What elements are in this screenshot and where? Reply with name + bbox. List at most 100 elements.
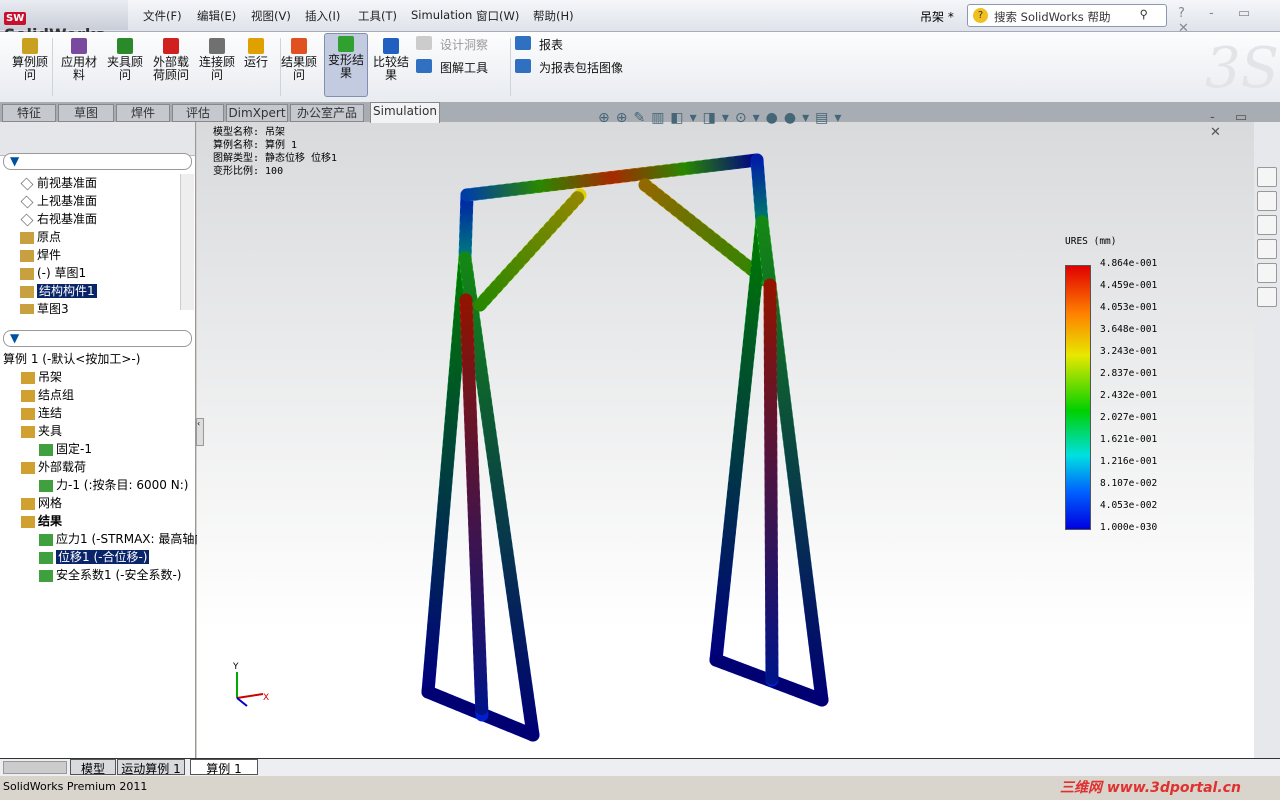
toolbar-button-8[interactable]: 比较结 果 [370, 36, 412, 100]
toolbar-small-button-0[interactable]: 设计洞察 [440, 36, 488, 53]
menu-item[interactable]: Simulation [411, 8, 472, 22]
tree-item[interactable]: 原点 [0, 228, 180, 246]
tab-2[interactable]: 焊件 [116, 104, 170, 122]
study-tree-item[interactable]: 夹具 [3, 422, 195, 440]
legend-value: 2.027e-001 [1100, 412, 1158, 423]
tree-item-label: 力-1 (:按条目: 6000 N:) [56, 478, 189, 492]
filter-input[interactable]: ▼ [3, 330, 192, 347]
mesh-lines [460, 153, 764, 202]
tree-node-icon [39, 479, 53, 492]
legend-value: 1.216e-001 [1100, 456, 1158, 467]
tree-item-label: 夹具 [38, 424, 63, 438]
watermark-logo: 三维网 www.3dportal.cn [1060, 780, 1241, 796]
triad-y-label: Y [232, 662, 239, 672]
toolbar-button-5[interactable]: 运行 [240, 36, 272, 100]
study-tree-item[interactable]: 外部载荷 [3, 458, 195, 476]
toolbar-button-4[interactable]: 连接顾 问 [195, 36, 239, 100]
tool-icon [515, 59, 531, 73]
toolbar-button-7[interactable]: 变形结 果 [324, 33, 368, 97]
button-label: 比较结 果 [372, 55, 409, 82]
fixture-icon [117, 38, 133, 54]
help-icon: ? [973, 8, 988, 23]
task-pane-button[interactable] [1257, 167, 1277, 187]
legend-color-bar [1065, 265, 1091, 530]
tree-item[interactable]: (-) 草图1 [0, 264, 180, 282]
task-pane-button[interactable] [1257, 215, 1277, 235]
tab-1[interactable]: 草图 [58, 104, 114, 122]
tab-0[interactable]: 特征 [2, 104, 56, 122]
feature-manager-panel: ▼ 前视基准面 上视基准面 右视基准面 原点焊件 (-) 草图1 结构构件1 草图3 ▼ 算… [0, 122, 206, 758]
study-tree-item[interactable]: 结点组 [3, 386, 195, 404]
tree-item-label: 连结 [38, 406, 63, 420]
tab-5[interactable]: 办公室产品 [290, 104, 364, 122]
study-tree-item[interactable]: 网格 [3, 494, 195, 512]
bottom-tab-1[interactable]: 运动算例 1 [117, 759, 185, 776]
tab-6[interactable]: Simulation [370, 102, 440, 123]
tree-node-icon [39, 569, 53, 582]
app-logo[interactable]: SWSolidWorks [0, 0, 128, 44]
menu-item[interactable]: 工具(T) [358, 8, 397, 24]
ds-logo: 3S [1205, 36, 1279, 101]
menu-item[interactable]: 文件(F) [143, 8, 182, 24]
button-label: 外部载 荷顾问 [152, 55, 189, 82]
separator [280, 38, 281, 96]
filter-input[interactable]: ▼ [3, 153, 192, 170]
deformed-frame-plot[interactable] [197, 122, 1254, 758]
study-tree-item[interactable]: 安全系数1 (-安全系数-) [3, 566, 195, 584]
feature-icon [20, 195, 34, 208]
legend-value: 4.864e-001 [1100, 258, 1158, 269]
tree-item[interactable]: 草图3 [0, 300, 180, 314]
tab-nav-buttons[interactable] [3, 761, 67, 774]
toolbar-button-0[interactable]: 算例顾 问 [5, 36, 55, 100]
task-pane-button[interactable] [1257, 263, 1277, 283]
tree-item[interactable]: 上视基准面 [0, 192, 180, 210]
bottom-tab-0[interactable]: 模型 [70, 759, 116, 776]
task-pane-button[interactable] [1257, 191, 1277, 211]
button-label: 算例顾 问 [11, 55, 48, 82]
study-tree-item[interactable]: 应力1 (-STRMAX: 最高轴向 [3, 530, 206, 548]
toolbar-small-button-1[interactable]: 图解工具 [440, 59, 488, 76]
study-root[interactable]: 算例 1 (-默认<按加工>-) [3, 350, 195, 368]
toolbar-small-button-3[interactable]: 为报表包括图像 [539, 59, 623, 76]
toolbar-button-6[interactable]: 结果顾 问 [276, 36, 322, 100]
tab-4[interactable]: DimXpert [226, 104, 288, 122]
tree-node-icon [39, 533, 53, 546]
menu-item[interactable]: 插入(I) [305, 8, 340, 24]
study-tree-item[interactable]: 结果 [3, 512, 195, 530]
study-tree-item[interactable]: 吊架 [3, 368, 195, 386]
feature-icon [20, 249, 34, 262]
tree-item[interactable]: 焊件 [0, 246, 180, 264]
tree-node-icon [39, 443, 53, 456]
tab-3[interactable]: 评估 [172, 104, 224, 122]
study-tree-item[interactable]: 连结 [3, 404, 195, 422]
task-pane-button[interactable] [1257, 287, 1277, 307]
task-pane-button[interactable] [1257, 239, 1277, 259]
menu-item[interactable]: 帮助(H) [533, 8, 574, 24]
legend-value: 3.648e-001 [1100, 324, 1158, 335]
toolbar-small-button-2[interactable]: 报表 [539, 36, 563, 53]
search-icon[interactable]: ⚲ [1140, 7, 1148, 21]
panel-collapse-handle[interactable]: ‹ [196, 418, 204, 446]
mesh-lines [458, 188, 474, 265]
tree-scrollbar[interactable] [180, 174, 194, 310]
menu-item[interactable]: 编辑(E) [197, 8, 236, 24]
button-label: 应用材 料 [60, 55, 97, 82]
bottom-tab-2[interactable]: 算例 1 [190, 759, 258, 776]
tree-item-label: 焊件 [37, 248, 62, 262]
menu-item[interactable]: 窗口(W) [476, 8, 519, 24]
tree-item[interactable]: 前视基准面 [0, 174, 180, 192]
study-tree-item[interactable]: 位移1 (-合位移-) [3, 548, 195, 566]
tree-item-label: 草图3 [37, 302, 69, 314]
menu-item[interactable]: 视图(V) [251, 8, 291, 24]
tree-item-label: 安全系数1 (-安全系数-) [56, 568, 182, 582]
toolbar-button-3[interactable]: 外部载 荷顾问 [150, 36, 192, 100]
study-tree-item[interactable]: 力-1 (:按条目: 6000 N:) [3, 476, 195, 494]
help-search-input[interactable]: 搜索 SolidWorks 帮助 ⚲? [967, 4, 1167, 27]
tree-item[interactable]: 右视基准面 [0, 210, 180, 228]
toolbar-button-1[interactable]: 应用材 料 [56, 36, 102, 100]
mesh-lines [763, 278, 779, 687]
tree-node-icon [21, 497, 35, 510]
study-tree-item[interactable]: 固定-1 [3, 440, 195, 458]
tree-item[interactable]: 结构构件1 [0, 282, 180, 300]
toolbar-button-2[interactable]: 夹具顾 问 [103, 36, 147, 100]
